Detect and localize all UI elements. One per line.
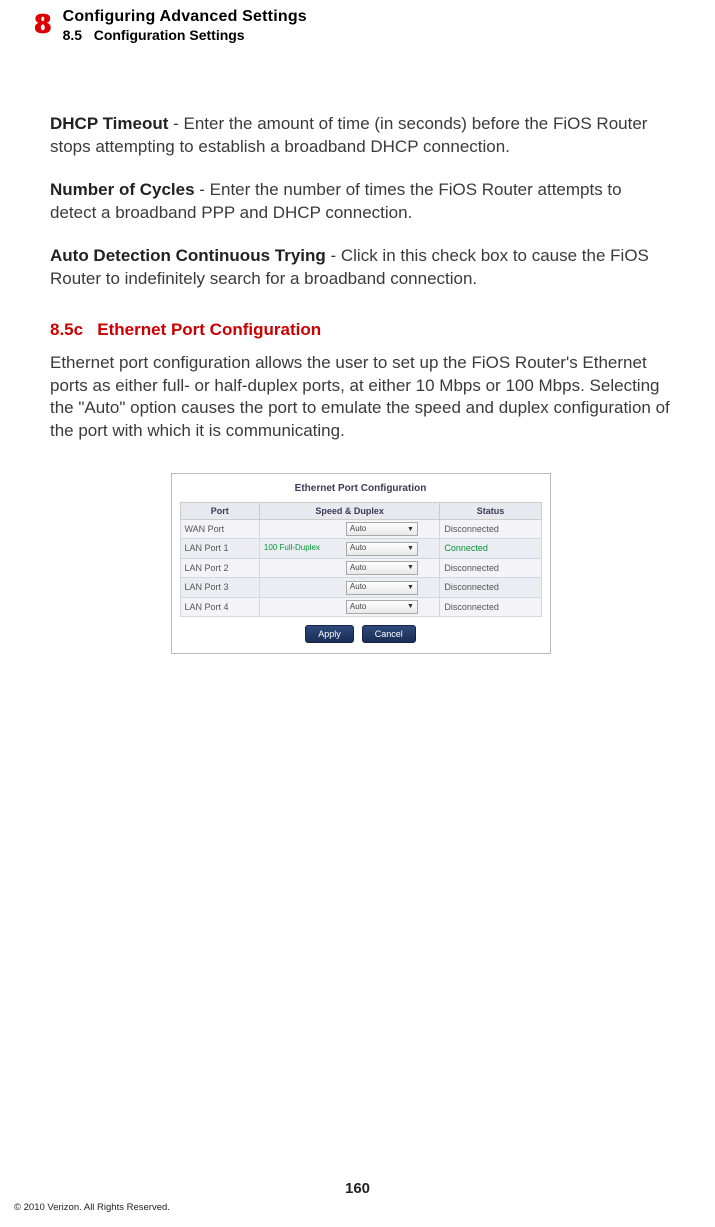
status-cell: Disconnected	[440, 597, 541, 616]
subsection-title: Ethernet Port Configuration	[97, 320, 321, 339]
status-cell: Disconnected	[440, 519, 541, 538]
table-row: LAN Port 2 Auto ▼ Disconnected	[180, 558, 541, 577]
port-cell: LAN Port 3	[180, 578, 259, 597]
paragraph-number-of-cycles: Number of Cycles - Enter the number of t…	[50, 179, 671, 225]
port-cell: WAN Port	[180, 519, 259, 538]
cancel-button[interactable]: Cancel	[362, 625, 416, 643]
col-port: Port	[180, 502, 259, 519]
speed-cell: Auto ▼	[259, 519, 440, 538]
chevron-down-icon: ▼	[407, 544, 414, 553]
speed-duplex-dropdown[interactable]: Auto ▼	[346, 581, 418, 595]
speed-duplex-dropdown[interactable]: Auto ▼	[346, 542, 418, 556]
ethernet-port-config-figure: Ethernet Port Configuration Port Speed &…	[171, 473, 551, 654]
chapter-number: 8	[35, 8, 51, 38]
term: DHCP Timeout	[50, 114, 168, 133]
section-title: 8.5 Configuration Settings	[63, 27, 307, 43]
speed-cell: Auto ▼	[259, 558, 440, 577]
col-speed: Speed & Duplex	[259, 502, 440, 519]
subsection-heading: 8.5c Ethernet Port Configuration	[50, 319, 671, 342]
speed-cell: Auto ▼	[259, 597, 440, 616]
dropdown-value: Auto	[350, 543, 366, 554]
speed-duplex-dropdown[interactable]: Auto ▼	[346, 522, 418, 536]
subsection-body: Ethernet port configuration allows the u…	[50, 352, 671, 444]
apply-button[interactable]: Apply	[305, 625, 354, 643]
table-row: WAN Port Auto ▼ Disconnected	[180, 519, 541, 538]
port-cell: LAN Port 2	[180, 558, 259, 577]
page-number: 160	[0, 1180, 715, 1197]
chevron-down-icon: ▼	[407, 602, 414, 611]
speed-cell: Auto ▼	[259, 578, 440, 597]
term: Auto Detection Continuous Trying	[50, 246, 326, 265]
chevron-down-icon: ▼	[407, 525, 414, 534]
status-cell: Connected	[440, 539, 541, 558]
term: Number of Cycles	[50, 180, 195, 199]
port-cell: LAN Port 1	[180, 539, 259, 558]
speed-note: 100 Full-Duplex	[264, 543, 346, 554]
content-area: DHCP Timeout - Enter the amount of time …	[0, 43, 715, 654]
figure-table: Port Speed & Duplex Status WAN Port Auto ▼…	[180, 502, 542, 617]
dropdown-value: Auto	[350, 563, 366, 574]
chevron-down-icon: ▼	[407, 563, 414, 572]
status-cell: Disconnected	[440, 578, 541, 597]
speed-duplex-dropdown[interactable]: Auto ▼	[346, 561, 418, 575]
chapter-title: Configuring Advanced Settings	[63, 8, 307, 26]
figure-buttons: Apply Cancel	[180, 625, 542, 643]
figure-wrapper: Ethernet Port Configuration Port Speed &…	[50, 473, 671, 654]
paragraph-auto-detection: Auto Detection Continuous Trying - Click…	[50, 245, 671, 291]
col-status: Status	[440, 502, 541, 519]
dropdown-value: Auto	[350, 582, 366, 593]
header-titles: Configuring Advanced Settings 8.5 Config…	[63, 8, 307, 43]
subsection-number: 8.5c	[50, 320, 83, 339]
table-header-row: Port Speed & Duplex Status	[180, 502, 541, 519]
port-cell: LAN Port 4	[180, 597, 259, 616]
table-row: LAN Port 3 Auto ▼ Disconnected	[180, 578, 541, 597]
paragraph-dhcp-timeout: DHCP Timeout - Enter the amount of time …	[50, 113, 671, 159]
table-row: LAN Port 1 100 Full-Duplex Auto ▼ Connected	[180, 539, 541, 558]
figure-title: Ethernet Port Configuration	[180, 482, 542, 496]
status-cell: Disconnected	[440, 558, 541, 577]
section-number: 8.5	[63, 27, 82, 43]
table-row: LAN Port 4 Auto ▼ Disconnected	[180, 597, 541, 616]
page-header: 8 Configuring Advanced Settings 8.5 Conf…	[0, 0, 715, 43]
copyright: © 2010 Verizon. All Rights Reserved.	[14, 1202, 170, 1213]
dropdown-value: Auto	[350, 524, 366, 535]
section-name: Configuration Settings	[94, 27, 245, 43]
speed-duplex-dropdown[interactable]: Auto ▼	[346, 600, 418, 614]
dropdown-value: Auto	[350, 602, 366, 613]
chevron-down-icon: ▼	[407, 583, 414, 592]
speed-cell: 100 Full-Duplex Auto ▼	[259, 539, 440, 558]
